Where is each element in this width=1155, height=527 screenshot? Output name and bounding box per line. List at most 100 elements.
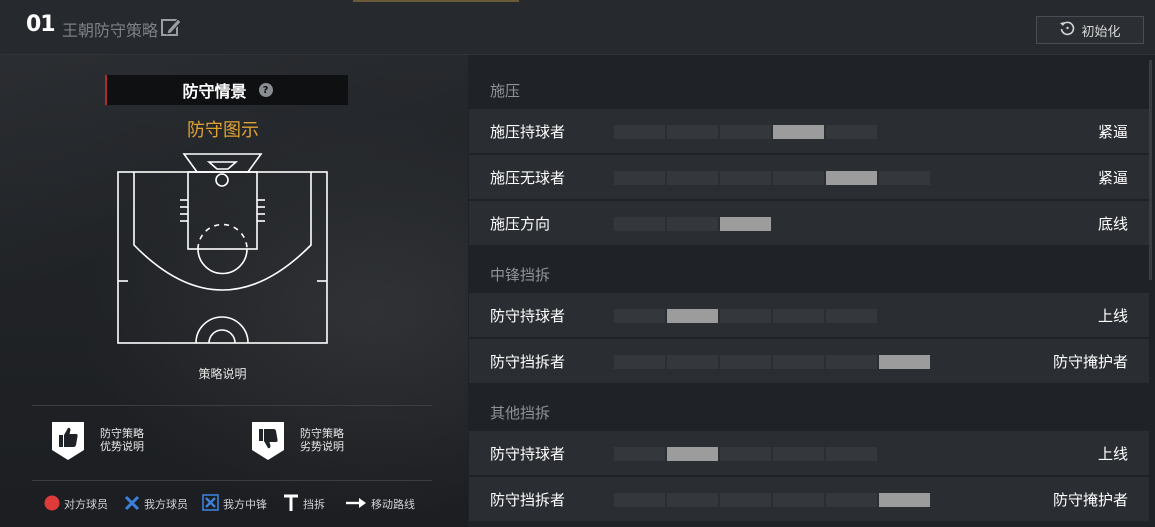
setting-row[interactable]: 防守持球者 上线 [469, 431, 1149, 475]
pros-line-2: 优势说明 [100, 440, 144, 453]
cons-block: 防守策略 劣势说明 [250, 420, 344, 460]
legend-route: 移动路线 [345, 496, 415, 512]
pros-line-1: 防守策略 [100, 427, 144, 440]
defense-scene-title: 防守情景 [182, 82, 247, 101]
slider-segment[interactable] [879, 171, 930, 185]
slider-segment[interactable] [773, 447, 824, 461]
setting-row[interactable]: 防守挡拆者 防守掩护者 [469, 339, 1149, 383]
slider-segment[interactable] [667, 217, 718, 231]
slider-segment[interactable] [720, 447, 771, 461]
divider-top [32, 405, 432, 406]
setting-value: 防守掩护者 [1052, 491, 1128, 509]
slider-segment[interactable] [667, 125, 718, 139]
court-diagram [108, 150, 338, 354]
section-title-other-pnr: 其他挡拆 [490, 404, 551, 422]
level-slider[interactable] [614, 309, 877, 323]
x-mark-icon [124, 495, 140, 514]
defense-scene-header[interactable]: 防守情景 ? [105, 75, 348, 105]
slider-segment[interactable] [614, 493, 665, 507]
court-svg [117, 153, 328, 344]
section-title-pressure: 施压 [490, 82, 521, 100]
level-slider[interactable] [614, 217, 771, 231]
legend-my-player-label: 我方球员 [144, 498, 188, 511]
slider-segment[interactable] [826, 493, 877, 507]
slider-segment[interactable] [614, 309, 665, 323]
setting-row[interactable]: 防守挡拆者 防守掩护者 [469, 477, 1149, 521]
setting-label: 防守持球者 [490, 445, 566, 463]
legend-screen-label: 挡拆 [303, 498, 325, 511]
slider-segment[interactable] [773, 493, 824, 507]
top-bar: 01 王朝防守策略 初始化 [0, 0, 1155, 55]
slider-segment[interactable] [773, 355, 824, 369]
level-slider[interactable] [614, 171, 930, 185]
reset-button[interactable]: 初始化 [1036, 16, 1144, 44]
slider-segment-active[interactable] [720, 217, 771, 231]
pros-block: 防守策略 优势说明 [50, 420, 144, 460]
legend-route-label: 移动路线 [371, 498, 415, 511]
help-icon[interactable]: ? [258, 83, 273, 97]
slider-segment[interactable] [614, 125, 665, 139]
legend-my-center: 我方中锋 [202, 494, 267, 514]
slider-segment-active[interactable] [879, 355, 930, 369]
slider-segment-active[interactable] [826, 171, 877, 185]
setting-row[interactable]: 施压持球者 紧逼 [469, 109, 1149, 153]
legend-opponent-label: 对方球员 [64, 498, 108, 511]
slider-segment-active[interactable] [773, 125, 824, 139]
slider-segment[interactable] [667, 493, 718, 507]
thumbs-down-icon [250, 420, 286, 460]
strategy-description-label: 策略说明 [198, 367, 247, 381]
legend-my-player: 我方球员 [124, 495, 188, 514]
cons-line-1: 防守策略 [300, 427, 344, 440]
slider-segment[interactable] [826, 355, 877, 369]
setting-label: 防守持球者 [490, 307, 566, 325]
slider-segment[interactable] [826, 447, 877, 461]
setting-label: 防守挡拆者 [490, 353, 566, 371]
scrollbar[interactable] [1149, 60, 1152, 280]
slider-segment[interactable] [720, 171, 771, 185]
slider-segment-active[interactable] [667, 309, 718, 323]
divider-bottom [32, 480, 432, 481]
level-slider[interactable] [614, 493, 930, 507]
slider-segment-active[interactable] [667, 447, 718, 461]
slider-segment[interactable] [720, 125, 771, 139]
level-slider[interactable] [614, 355, 930, 369]
plan-number: 01 [26, 12, 56, 37]
slider-segment[interactable] [773, 309, 824, 323]
setting-row[interactable]: 防守持球者 上线 [469, 293, 1149, 337]
screen-t-icon [283, 494, 299, 515]
diagram-title: 防守图示 [187, 120, 259, 141]
cons-line-2: 劣势说明 [300, 440, 344, 453]
slider-segment[interactable] [614, 217, 665, 231]
slider-segment[interactable] [614, 447, 665, 461]
setting-row[interactable]: 施压无球者 紧逼 [469, 155, 1149, 199]
setting-value: 紧逼 [1097, 169, 1128, 187]
slider-segment[interactable] [720, 355, 771, 369]
slider-segment-active[interactable] [879, 493, 930, 507]
slider-segment[interactable] [826, 125, 877, 139]
setting-value: 防守掩护者 [1052, 353, 1128, 371]
arrow-right-icon [345, 497, 367, 512]
setting-value: 上线 [1097, 307, 1128, 325]
slider-segment[interactable] [826, 309, 877, 323]
level-slider[interactable] [614, 125, 877, 139]
thumbs-up-icon [50, 420, 86, 460]
setting-label: 施压无球者 [490, 169, 566, 187]
level-slider[interactable] [614, 447, 877, 461]
boxed-x-icon [202, 494, 219, 514]
setting-row[interactable]: 施压方向 底线 [469, 201, 1149, 245]
legend-opponent: 对方球员 [44, 495, 108, 514]
slider-segment[interactable] [667, 355, 718, 369]
setting-label: 施压持球者 [490, 123, 566, 141]
reset-icon [1059, 20, 1075, 40]
slider-segment[interactable] [720, 309, 771, 323]
setting-value: 底线 [1097, 215, 1128, 233]
slider-segment[interactable] [614, 355, 665, 369]
slider-segment[interactable] [773, 171, 824, 185]
slider-segment[interactable] [667, 171, 718, 185]
top-accent-line [353, 0, 519, 2]
section-title-center-pnr: 中锋挡拆 [490, 266, 551, 284]
slider-segment[interactable] [614, 171, 665, 185]
slider-segment[interactable] [720, 493, 771, 507]
edit-icon[interactable] [160, 16, 182, 38]
reset-label: 初始化 [1081, 24, 1121, 40]
